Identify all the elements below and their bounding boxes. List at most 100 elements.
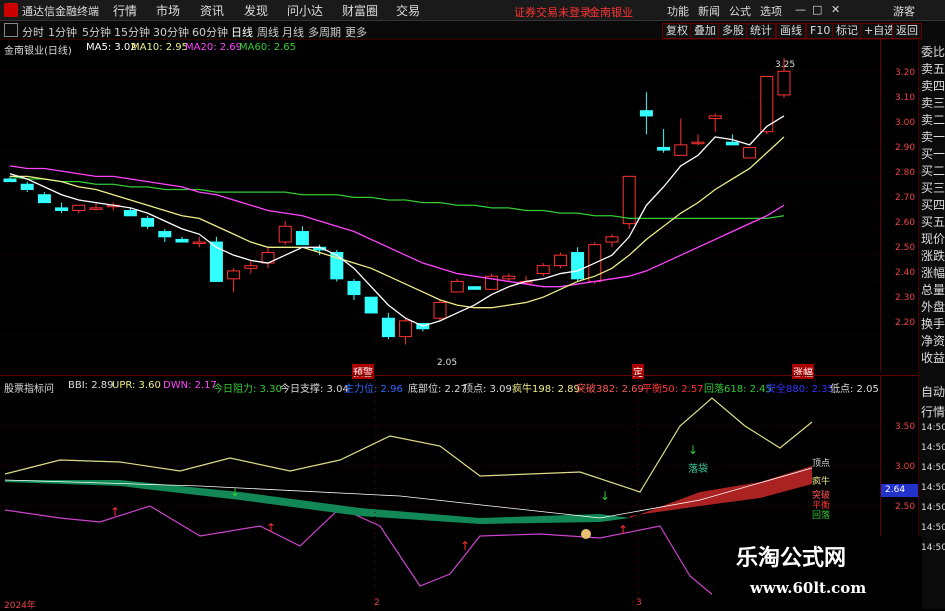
indicator-tick: 2.50 <box>895 502 916 512</box>
candle-body <box>158 231 172 238</box>
candle-body <box>605 236 619 243</box>
side-item[interactable]: 买五 <box>921 213 945 230</box>
price-tick: 2.30 <box>895 293 916 303</box>
candle-body <box>725 141 739 146</box>
candle-body <box>553 254 567 267</box>
side-item[interactable]: 卖四 <box>921 77 945 94</box>
tab-5min[interactable]: 5分钟 <box>82 24 111 40</box>
tab-1min[interactable]: 1分钟 <box>48 24 77 40</box>
side-item[interactable]: 换手 <box>921 315 945 332</box>
candle-body <box>347 280 361 296</box>
side-item[interactable]: 净资 <box>921 332 945 349</box>
side-item[interactable]: 卖五 <box>921 60 945 77</box>
bbi-line <box>4 467 813 519</box>
indicator-tick: 3.00 <box>895 462 916 472</box>
side-item-lower[interactable]: 14:50 <box>921 483 945 493</box>
low-annotation: 2.05 <box>437 358 458 368</box>
title-bar: 通达信金融终端 行情 市场 资讯 发现 问小达 财富圈 交易 证券交易未登录 金… <box>0 0 945 21</box>
candlestick-chart[interactable] <box>0 39 880 372</box>
candle-body <box>399 320 413 338</box>
stock-name-title: 金南银业 <box>589 6 633 19</box>
menu-hangqing[interactable]: 行情 <box>113 2 137 19</box>
side-item-lower[interactable]: 14:50 <box>921 463 945 473</box>
grid-icon[interactable] <box>4 23 18 37</box>
price-tick: 3.00 <box>895 118 916 128</box>
up-arrow-icon: ↑ <box>110 505 120 519</box>
close-button[interactable]: ✕ <box>831 3 840 16</box>
menu-shichang[interactable]: 市场 <box>156 2 180 19</box>
side-item[interactable]: 现价 <box>921 230 945 247</box>
menu-gongshi[interactable]: 公式 <box>729 3 751 19</box>
back-button[interactable]: 返回 <box>892 23 922 39</box>
tab-30min[interactable]: 30分钟 <box>153 24 189 40</box>
menu-xinwen[interactable]: 新闻 <box>698 3 720 19</box>
candle-body <box>55 207 69 212</box>
side-item[interactable]: 卖二 <box>921 111 945 128</box>
f10-button[interactable]: F10 <box>806 23 835 39</box>
side-item-lower[interactable]: 14:50 <box>921 503 945 513</box>
overlay-button[interactable]: 叠加 <box>690 23 720 39</box>
side-item[interactable]: 收益 <box>921 349 945 366</box>
crazy-label: 疯牛 <box>812 477 831 487</box>
side-item[interactable]: 买一 <box>921 145 945 162</box>
up-arrow-icon: ↑ <box>460 539 470 553</box>
side-item[interactable]: 卖一 <box>921 128 945 145</box>
side-item[interactable]: 外盘 <box>921 298 945 315</box>
side-item[interactable]: 买二 <box>921 162 945 179</box>
candle-body <box>3 178 17 183</box>
candle-body <box>657 146 671 151</box>
candle-body <box>502 275 516 280</box>
menu-gongneng[interactable]: 功能 <box>667 3 689 19</box>
topline-label: 顶点 <box>812 459 831 469</box>
side-item-lower[interactable]: 14:50 <box>921 443 945 453</box>
tab-weekly[interactable]: 周线 <box>257 24 279 40</box>
candle-body <box>72 204 86 212</box>
price-tick: 2.70 <box>895 193 916 203</box>
minimize-button[interactable]: — <box>795 3 806 16</box>
candle-body <box>450 280 464 293</box>
menu-zixun[interactable]: 资讯 <box>200 2 224 19</box>
maximize-button[interactable]: □ <box>812 3 822 16</box>
side-item[interactable]: 涨幅 <box>921 264 945 281</box>
side-item[interactable]: 买三 <box>921 179 945 196</box>
menu-wenxiaoda[interactable]: 问小达 <box>287 2 323 19</box>
mark-button[interactable]: 标记 <box>832 23 862 39</box>
tab-15min[interactable]: 15分钟 <box>114 24 150 40</box>
stats-button[interactable]: 统计 <box>746 23 776 39</box>
guest-label[interactable]: 游客 <box>893 3 915 19</box>
login-alert[interactable]: 证券交易未登录 <box>514 4 591 20</box>
menu-xuanxiang[interactable]: 选项 <box>760 3 782 19</box>
menu-caifuquan[interactable]: 财富圈 <box>342 2 378 19</box>
multi-stock-button[interactable]: 多股 <box>718 23 748 39</box>
candle-body <box>708 115 722 120</box>
side-item-lower[interactable]: 14:50 <box>921 423 945 433</box>
current-value-tag: 2.64 <box>881 484 922 497</box>
menu-faxian[interactable]: 发现 <box>244 2 268 19</box>
menu-jiaoyi[interactable]: 交易 <box>396 2 420 19</box>
side-item[interactable]: 委比 <box>921 43 945 60</box>
fuquan-button[interactable]: 复权 <box>662 23 692 39</box>
down-arrow-icon: ↓ <box>688 443 698 457</box>
tab-monthly[interactable]: 月线 <box>282 24 304 40</box>
tab-daily[interactable]: 日线 <box>231 24 253 40</box>
side-item[interactable]: 涨跌 <box>921 247 945 264</box>
tab-more[interactable]: 更多 <box>345 24 367 40</box>
side-item-lower[interactable]: 14:50 <box>921 523 945 533</box>
side-item-lower[interactable]: 行情 <box>921 403 945 420</box>
draw-line-button[interactable]: 画线 <box>776 23 806 39</box>
side-item[interactable]: 总量 <box>921 281 945 298</box>
ma20-line <box>9 165 785 288</box>
candle-body <box>278 225 292 243</box>
tab-multi-period[interactable]: 多周期 <box>308 24 341 40</box>
price-tick: 2.90 <box>895 143 916 153</box>
tab-fenshi[interactable]: 分时 <box>22 24 44 40</box>
candle-body <box>536 265 550 275</box>
candle-body <box>37 194 51 204</box>
price-tick: 2.50 <box>895 243 916 253</box>
side-item-lower[interactable]: 自动 <box>921 383 945 400</box>
tab-60min[interactable]: 60分钟 <box>192 24 228 40</box>
side-item[interactable]: 买四 <box>921 196 945 213</box>
side-item-lower[interactable]: 14:50 <box>921 543 945 553</box>
candle-body <box>295 231 309 246</box>
side-item[interactable]: 卖三 <box>921 94 945 111</box>
